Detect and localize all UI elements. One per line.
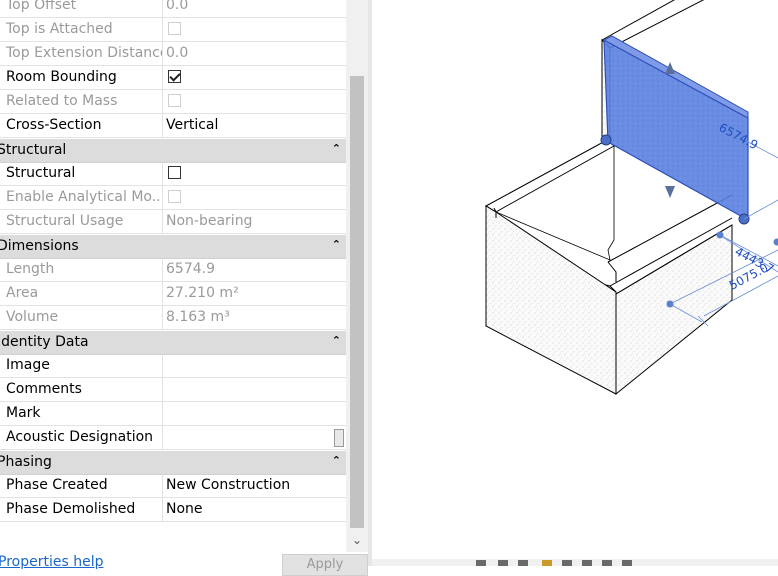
dimension-grip[interactable] [667, 301, 674, 308]
property-value [166, 18, 346, 41]
collapse-chevron-icon[interactable]: ⌃ [332, 331, 341, 351]
property-row-room-bounding[interactable]: Room Bounding [0, 66, 346, 90]
scale-icon[interactable] [476, 560, 486, 566]
property-value[interactable] [166, 402, 346, 425]
apply-button[interactable]: Apply [282, 554, 368, 576]
property-value [166, 90, 346, 113]
shadows-icon[interactable] [562, 560, 572, 566]
property-name: Cross-Section [0, 114, 163, 137]
property-name: Length [0, 258, 163, 281]
property-value[interactable] [166, 354, 346, 377]
structural-checkbox[interactable] [168, 166, 181, 179]
group-header-structural[interactable]: Structural ⌃ [0, 139, 346, 163]
property-name: Structural [0, 162, 163, 185]
dimension-grip[interactable] [717, 232, 724, 239]
property-row-enable-analytical-model[interactable]: Enable Analytical Mo... [0, 186, 346, 210]
scroll-down-arrow-icon[interactable]: ⌄ [346, 530, 368, 550]
property-value[interactable] [166, 426, 346, 449]
property-value[interactable] [166, 378, 346, 401]
group-title: Structural [0, 139, 66, 162]
property-row-structural-usage[interactable]: Structural Usage Non-bearing [0, 210, 346, 234]
property-row-related-to-mass[interactable]: Related to Mass [0, 90, 346, 114]
collapse-chevron-icon[interactable]: ⌃ [332, 235, 341, 255]
property-name: Phase Demolished [0, 498, 163, 521]
property-name: Area [0, 282, 163, 305]
properties-scrollbar[interactable]: ⌄ [346, 0, 368, 552]
view-control-bar [372, 559, 778, 566]
dimension-grip[interactable] [774, 239, 778, 246]
property-name: Acoustic Designation [0, 426, 163, 449]
property-value [166, 66, 346, 89]
property-name: Volume [0, 306, 163, 329]
group-header-phasing[interactable]: Phasing ⌃ [0, 451, 346, 475]
show-crop-icon[interactable] [602, 560, 612, 566]
property-name: Structural Usage [0, 210, 163, 233]
property-value: Non-bearing [166, 210, 346, 233]
top-attached-checkbox [168, 22, 181, 35]
property-row-structural[interactable]: Structural [0, 162, 346, 186]
row-edit-grip[interactable] [334, 429, 344, 447]
property-name: Related to Mass [0, 90, 163, 113]
property-value: 0.0 [166, 0, 346, 17]
property-row-top-is-attached[interactable]: Top is Attached [0, 18, 346, 42]
property-name: Comments [0, 378, 163, 401]
property-row-cross-section[interactable]: Cross-Section Vertical [0, 114, 346, 138]
lock-view-icon[interactable] [622, 560, 632, 566]
property-row-length[interactable]: Length 6574.9 [0, 258, 346, 282]
group-title: Dimensions [0, 235, 79, 258]
related-to-mass-checkbox [168, 94, 181, 107]
property-value: 27.210 m² [166, 282, 346, 305]
flip-arrow-down-icon[interactable] [665, 186, 675, 198]
property-row-phase-demolished[interactable]: Phase Demolished None [0, 498, 346, 522]
collapse-chevron-icon[interactable]: ⌃ [332, 139, 341, 159]
model-drawing: 6574.9 4443.7 5075.0 [372, 0, 778, 566]
detail-level-icon[interactable] [498, 560, 508, 566]
property-row-top-extension-distance[interactable]: Top Extension Distance 0.0 [0, 42, 346, 66]
property-row-mark[interactable]: Mark [0, 402, 346, 426]
property-value[interactable]: None [166, 498, 346, 521]
property-value: 0.0 [166, 42, 346, 65]
property-name: Top Offset [0, 0, 163, 17]
wall-end-grip-left[interactable] [601, 135, 611, 145]
group-title: Identity Data [0, 331, 89, 354]
enable-analytical-checkbox [168, 190, 181, 203]
property-row-phase-created[interactable]: Phase Created New Construction [0, 474, 346, 498]
group-header-identity-data[interactable]: Identity Data ⌃ [0, 331, 346, 355]
sun-path-icon[interactable] [542, 560, 552, 566]
dimension-label-b[interactable]: 5075.0 [727, 261, 771, 293]
property-name: Enable Analytical Mo... [0, 186, 163, 209]
property-name: Room Bounding [0, 66, 163, 89]
group-header-dimensions[interactable]: Dimensions ⌃ [0, 235, 346, 259]
properties-footer: Properties help Apply [0, 552, 370, 566]
property-row-top-offset[interactable]: Top Offset 0.0 [0, 0, 346, 18]
property-row-comments[interactable]: Comments [0, 378, 346, 402]
properties-help-link[interactable]: Properties help [0, 553, 103, 571]
group-title: Phasing [0, 451, 52, 474]
property-row-volume[interactable]: Volume 8.163 m³ [0, 306, 346, 330]
property-value [166, 186, 346, 209]
property-row-acoustic-designation[interactable]: Acoustic Designation [0, 426, 346, 450]
property-value: 6574.9 [166, 258, 346, 281]
property-value[interactable]: Vertical [166, 114, 346, 137]
property-name: Top Extension Distance [0, 42, 163, 65]
3d-view-canvas[interactable]: 6574.9 4443.7 5075.0 [372, 0, 778, 566]
property-value [166, 162, 346, 185]
property-value: 8.163 m³ [166, 306, 346, 329]
properties-panel: Top Offset 0.0 Top is Attached Top Exten… [0, 0, 346, 566]
property-name: Mark [0, 402, 163, 425]
property-name: Image [0, 354, 163, 377]
crop-view-icon[interactable] [582, 560, 592, 566]
property-row-area[interactable]: Area 27.210 m² [0, 282, 346, 306]
property-name: Phase Created [0, 474, 163, 497]
visual-style-icon[interactable] [518, 560, 528, 566]
room-bounding-checkbox[interactable] [168, 70, 181, 83]
property-value[interactable]: New Construction [166, 474, 346, 497]
property-row-image[interactable]: Image [0, 354, 346, 378]
collapse-chevron-icon[interactable]: ⌃ [332, 451, 341, 471]
property-name: Top is Attached [0, 18, 163, 41]
scrollbar-thumb[interactable] [350, 76, 364, 528]
